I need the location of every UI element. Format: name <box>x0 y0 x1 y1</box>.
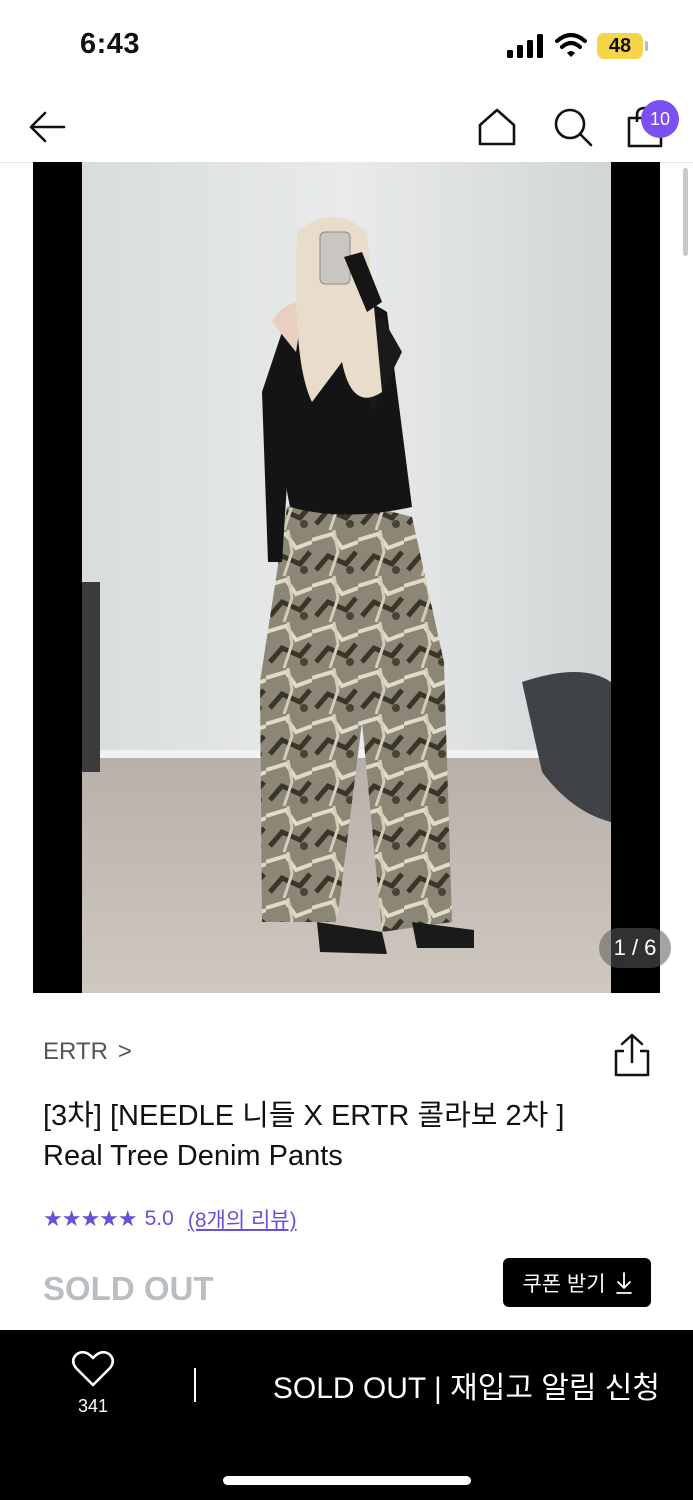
home-icon <box>478 108 516 146</box>
product-image-gallery[interactable] <box>33 162 660 993</box>
share-button[interactable] <box>610 1032 654 1078</box>
rating-value: 5.0 <box>144 1207 174 1230</box>
arrow-left-icon <box>29 111 66 143</box>
like-button[interactable]: 341 <box>60 1350 126 1420</box>
heart-icon <box>71 1350 115 1387</box>
brand-link[interactable]: ERTR > <box>43 1038 132 1066</box>
product-photo-illustration <box>82 162 611 993</box>
nav-bar <box>0 92 693 163</box>
status-time: 6:43 <box>80 28 141 60</box>
status-bar: 6:43 48 <box>0 0 693 92</box>
signal-icon <box>507 34 543 58</box>
sold-out-label: SOLD OUT <box>43 1270 214 1307</box>
rating-row: ★★★★★ 5.0 (8개의 리뷰) <box>43 1204 297 1234</box>
home-indicator <box>223 1476 471 1485</box>
back-button[interactable] <box>22 102 72 152</box>
wifi-icon <box>555 33 587 57</box>
image-counter: 1 / 6 <box>599 928 671 968</box>
star-rating-icon: ★★★★★ <box>43 1206 138 1231</box>
product-photo <box>82 162 611 993</box>
like-count: 341 <box>77 1396 109 1416</box>
divider <box>194 1368 196 1402</box>
restock-alert-button[interactable]: SOLD OUT | 재입고 알림 신청 <box>240 1360 660 1410</box>
review-link[interactable]: (8개의 리뷰) <box>188 1204 297 1234</box>
home-button[interactable] <box>472 102 522 152</box>
battery-tip <box>645 41 648 51</box>
product-title: [3차] [NEEDLE 니들 X ERTR 콜라보 2차 ] Real Tre… <box>43 1096 643 1176</box>
bottom-action-bar: 341 SOLD OUT | 재입고 알림 신청 <box>0 1330 693 1500</box>
product-title-line1: [3차] [NEEDLE 니들 X ERTR 콜라보 2차 ] <box>43 1100 565 1132</box>
product-title-line2: Real Tree Denim Pants <box>43 1140 343 1172</box>
battery-indicator: 48 <box>597 33 643 59</box>
search-icon <box>554 108 593 147</box>
share-icon <box>614 1033 650 1077</box>
chevron-right-icon: > <box>117 1038 132 1065</box>
coupon-button[interactable]: 쿠폰 받기 <box>503 1258 651 1307</box>
coupon-button-label: 쿠폰 받기 <box>522 1272 606 1296</box>
download-icon <box>615 1271 632 1294</box>
search-button[interactable] <box>548 102 598 152</box>
brand-name: ERTR <box>43 1038 108 1065</box>
scrollbar-thumb[interactable] <box>683 168 688 256</box>
cart-count-badge: 10 <box>641 100 679 138</box>
